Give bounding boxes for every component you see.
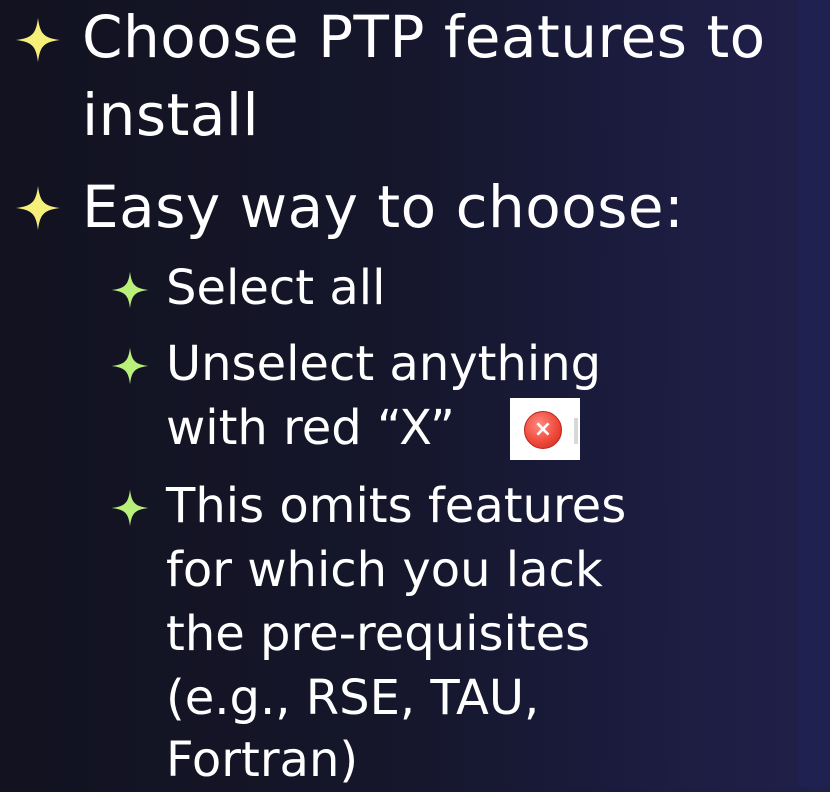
bullet-line: with red “X” [166, 400, 455, 456]
bullet-line: Easy way to choose: [82, 173, 685, 241]
red-x-error-icon: × [510, 398, 580, 460]
sparkle-star-icon [111, 271, 149, 309]
bullet-line: Fortran) [166, 732, 359, 788]
bullet-line: (e.g., RSE, TAU, [166, 670, 540, 726]
x-mark: × [533, 417, 553, 442]
bullet-line: Select all [166, 260, 386, 316]
bullet-line: Choose PTP features to [82, 3, 766, 71]
bullet-line: Unselect anything [166, 336, 602, 392]
sparkle-star-icon [16, 18, 60, 62]
sparkle-star-icon [111, 489, 149, 527]
bullet-line: the pre-requisites [166, 606, 591, 662]
bullet-line: for which you lack [166, 542, 603, 598]
bullet-line: This omits features [166, 478, 627, 534]
sparkle-star-icon [111, 347, 149, 385]
background-edge [798, 0, 830, 787]
bullet-line: install [82, 81, 260, 149]
sparkle-star-icon [16, 186, 60, 230]
cropped-edge [574, 418, 578, 444]
